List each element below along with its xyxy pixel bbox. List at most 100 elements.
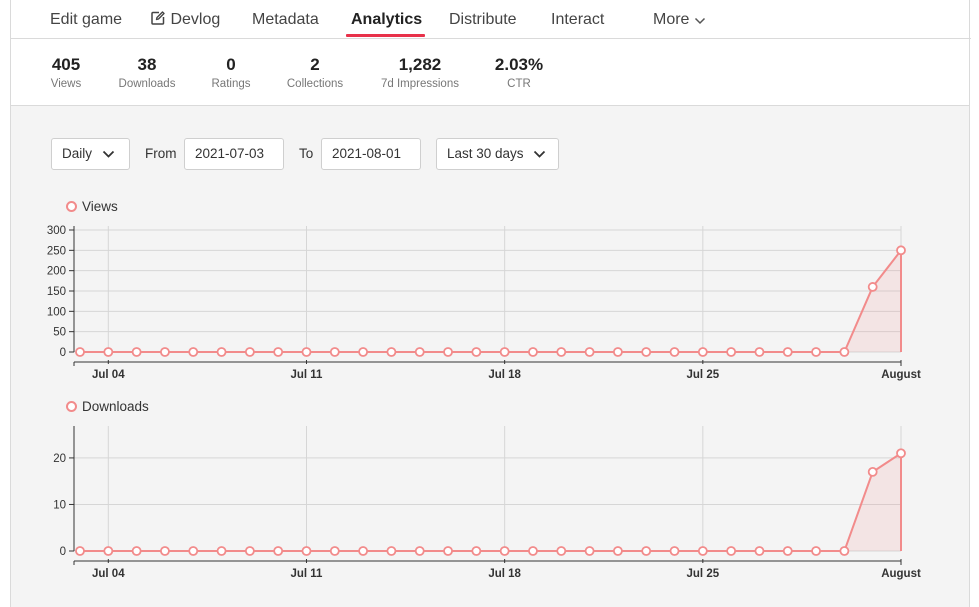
date-range-select[interactable]: Last 30 days bbox=[436, 138, 559, 170]
tab-interact[interactable]: Interact bbox=[551, 10, 604, 30]
data-point[interactable] bbox=[726, 347, 737, 357]
data-point[interactable] bbox=[471, 347, 482, 357]
tab-edit-game[interactable]: Edit game bbox=[50, 10, 122, 30]
data-point[interactable] bbox=[782, 546, 793, 556]
stat-views: 405 Views bbox=[45, 55, 87, 91]
data-point[interactable] bbox=[556, 546, 567, 556]
data-point[interactable] bbox=[160, 347, 170, 357]
data-point[interactable] bbox=[612, 347, 623, 357]
data-point[interactable] bbox=[754, 347, 765, 357]
edit-icon bbox=[150, 11, 170, 28]
data-point[interactable] bbox=[697, 546, 708, 556]
series-area bbox=[80, 453, 901, 551]
data-point[interactable] bbox=[669, 347, 680, 357]
data-point[interactable] bbox=[329, 546, 340, 556]
tab-devlog[interactable]: Devlog bbox=[150, 10, 220, 30]
data-point[interactable] bbox=[782, 347, 793, 357]
tab-more[interactable]: More bbox=[653, 10, 706, 30]
data-point[interactable] bbox=[754, 546, 765, 556]
y-tick-label: 20 bbox=[53, 453, 66, 465]
data-point[interactable] bbox=[471, 546, 482, 556]
y-tick-label: 50 bbox=[53, 327, 66, 339]
tab-analytics[interactable]: Analytics bbox=[351, 10, 422, 30]
tab-label: Analytics bbox=[351, 11, 423, 28]
from-label: From bbox=[145, 146, 177, 161]
data-point[interactable] bbox=[188, 347, 199, 357]
data-point[interactable] bbox=[811, 546, 821, 556]
from-date-input[interactable]: 2021-07-03 bbox=[184, 138, 284, 170]
chevron-down-icon bbox=[527, 146, 546, 161]
to-date-input[interactable]: 2021-08-01 bbox=[321, 138, 421, 170]
series-area bbox=[80, 250, 901, 352]
tab-label: Distribute bbox=[449, 11, 517, 28]
legend-marker bbox=[66, 201, 77, 212]
data-point[interactable] bbox=[443, 347, 453, 357]
data-point[interactable] bbox=[867, 282, 878, 292]
data-point[interactable] bbox=[839, 546, 850, 556]
downloads-legend[interactable]: Downloads bbox=[66, 399, 149, 415]
data-point[interactable] bbox=[414, 347, 425, 357]
stat-label: 7d Impressions bbox=[381, 78, 459, 90]
x-tick-label: Jul 04 bbox=[92, 369, 125, 381]
legend-marker bbox=[66, 401, 77, 412]
data-point[interactable] bbox=[641, 546, 652, 556]
views-legend[interactable]: Views bbox=[66, 199, 118, 215]
data-point[interactable] bbox=[584, 347, 595, 357]
data-point[interactable] bbox=[443, 546, 453, 556]
data-point[interactable] bbox=[103, 347, 114, 357]
data-point[interactable] bbox=[669, 546, 680, 556]
stat-value: 2.03% bbox=[494, 55, 544, 74]
data-point[interactable] bbox=[273, 347, 284, 357]
data-point[interactable] bbox=[244, 546, 255, 556]
data-point[interactable] bbox=[896, 448, 906, 459]
data-point[interactable] bbox=[697, 347, 708, 357]
data-point[interactable] bbox=[301, 347, 312, 357]
data-point[interactable] bbox=[839, 347, 850, 357]
series-line bbox=[80, 452, 902, 552]
data-point[interactable] bbox=[612, 546, 623, 556]
data-point[interactable] bbox=[896, 245, 906, 256]
x-tick-label: Jul 04 bbox=[92, 568, 125, 580]
data-point[interactable] bbox=[244, 347, 255, 357]
data-point[interactable] bbox=[301, 546, 312, 556]
tab-distribute[interactable]: Distribute bbox=[449, 10, 517, 30]
data-point[interactable] bbox=[216, 347, 227, 357]
data-point[interactable] bbox=[188, 546, 199, 556]
stat-impressions: 1,282 7d Impressions bbox=[375, 55, 465, 91]
data-point[interactable] bbox=[103, 546, 114, 556]
data-point[interactable] bbox=[329, 347, 340, 357]
data-point[interactable] bbox=[811, 347, 821, 357]
stat-value: 2 bbox=[310, 55, 320, 74]
data-point[interactable] bbox=[131, 347, 142, 357]
data-point[interactable] bbox=[528, 546, 538, 556]
tab-label: More bbox=[653, 11, 690, 28]
stat-label: Views bbox=[50, 78, 82, 90]
data-point[interactable] bbox=[528, 347, 538, 357]
data-point[interactable] bbox=[358, 546, 369, 556]
data-point[interactable] bbox=[499, 347, 510, 357]
data-point[interactable] bbox=[386, 347, 397, 357]
data-point[interactable] bbox=[75, 347, 85, 357]
analytics-page: Edit game Devlog Metadata Analytics Dist… bbox=[0, 0, 979, 607]
data-point[interactable] bbox=[75, 546, 85, 556]
data-point[interactable] bbox=[414, 546, 425, 556]
data-point[interactable] bbox=[726, 546, 737, 556]
data-point[interactable] bbox=[358, 347, 369, 357]
data-point[interactable] bbox=[160, 546, 170, 556]
stat-label: Ratings bbox=[211, 78, 251, 90]
data-point[interactable] bbox=[867, 466, 878, 477]
data-point[interactable] bbox=[641, 347, 652, 357]
stat-value: 1,282 bbox=[398, 55, 442, 74]
data-point[interactable] bbox=[216, 546, 227, 556]
tab-metadata[interactable]: Metadata bbox=[252, 10, 319, 30]
stat-collections: 2 Collections bbox=[281, 55, 349, 91]
data-point[interactable] bbox=[273, 546, 284, 556]
data-point[interactable] bbox=[386, 546, 397, 556]
downloads-chart: 0 10 20 Jul 04 Jul 11 Jul 18 Jul 25 August bbox=[53, 426, 921, 580]
data-point[interactable] bbox=[499, 546, 510, 556]
interval-select[interactable]: Daily bbox=[51, 138, 130, 170]
x-tick-label: August bbox=[881, 369, 921, 381]
data-point[interactable] bbox=[584, 546, 595, 556]
data-point[interactable] bbox=[556, 347, 567, 357]
data-point[interactable] bbox=[131, 546, 142, 556]
